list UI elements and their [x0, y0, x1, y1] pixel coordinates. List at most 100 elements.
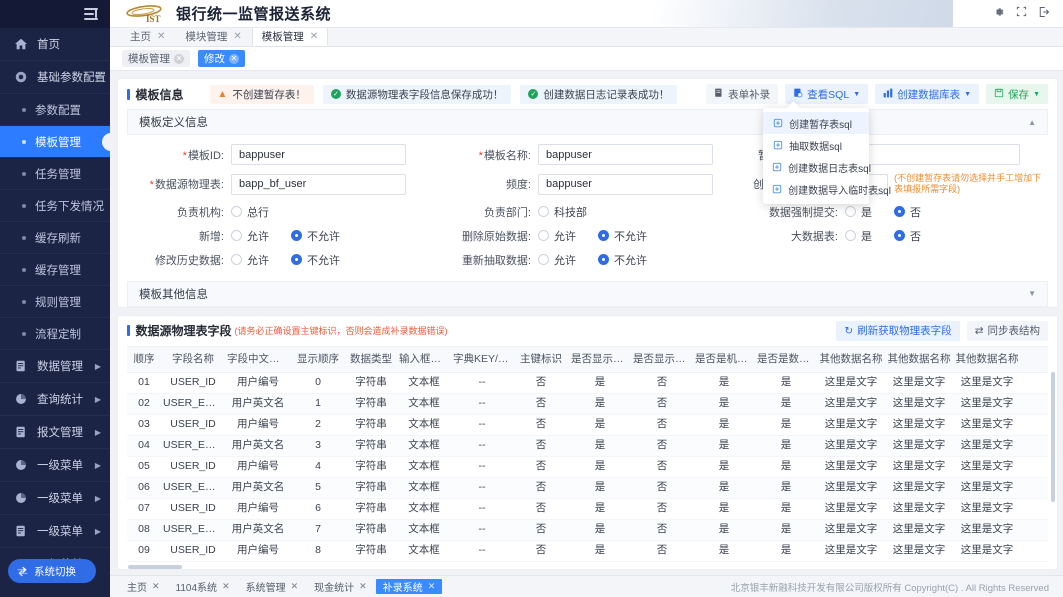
dropdown-item-2[interactable]: 创建数据日志表sql: [763, 156, 869, 178]
fields-table-note: (请务必正确设置主键标识，否则会造成补录数据错误): [235, 324, 448, 337]
radio-option[interactable]: 不允许: [598, 228, 647, 244]
chip-1[interactable]: 修改✕: [198, 50, 245, 67]
radio-circle-icon: [291, 230, 302, 241]
sidebar-group-4[interactable]: 一级菜单▶: [0, 482, 110, 515]
footer-tab-2[interactable]: 系统管理✕: [239, 579, 306, 594]
logout-icon[interactable]: [1038, 6, 1050, 21]
temp-table-name-input[interactable]: [845, 144, 1020, 165]
vertical-scrollbar[interactable]: [1051, 372, 1055, 502]
system-switch-button[interactable]: 系统切换: [8, 559, 96, 583]
bullet-icon: [22, 140, 26, 144]
sidebar-subitem-7[interactable]: 流程定制: [0, 318, 110, 350]
refresh-fields-button[interactable]: ↻ 刷新获取物理表字段: [836, 321, 959, 341]
template-id-input[interactable]: [231, 144, 406, 165]
sidebar-subitem-4[interactable]: 缓存刷新: [0, 222, 110, 254]
table-row[interactable]: 07USER_ID用户编号6字符串文本框--否是否是是这里是文字这里是文字这里是…: [127, 499, 1048, 520]
table-row[interactable]: 05USER_ID用户编号4字符串文本框--否是否是是这里是文字这里是文字这里是…: [127, 457, 1048, 478]
table-row[interactable]: 09USER_ID用户编号8字符串文本框--否是否是是这里是文字这里是文字这里是…: [127, 541, 1048, 562]
log-table-icon: [772, 162, 782, 173]
menu-collapse-icon[interactable]: [84, 8, 98, 20]
source-table-input[interactable]: [231, 174, 406, 195]
close-icon[interactable]: ✕: [222, 581, 230, 592]
radio-option[interactable]: 允许: [538, 252, 576, 268]
footer-tab-4[interactable]: 补录系统✕: [376, 579, 443, 594]
table-row[interactable]: 03USER_ID用户编号2字符串文本框--否是否是是这里是文字这里是文字这里是…: [127, 415, 1048, 436]
radio-option[interactable]: 不允许: [598, 252, 647, 268]
dropdown-item-1[interactable]: 抽取数据sql: [763, 134, 869, 156]
close-icon[interactable]: ✕: [152, 581, 160, 592]
table-cell: USER_ID: [161, 414, 225, 435]
gear-icon[interactable]: [993, 6, 1005, 21]
sidebar-subitem-2[interactable]: 任务管理: [0, 158, 110, 190]
button-form[interactable]: 表单补录: [706, 84, 778, 104]
button-db[interactable]: 创建数据库表▼: [875, 84, 979, 104]
radio-option[interactable]: 允许: [538, 228, 576, 244]
table-cell: 否: [631, 393, 693, 414]
template-name-input[interactable]: [538, 144, 713, 165]
button-save[interactable]: 保存▼: [986, 84, 1048, 104]
radio-option[interactable]: 否: [894, 228, 921, 244]
sidebar-group-3[interactable]: 一级菜单▶: [0, 449, 110, 482]
table-cell: 是: [569, 372, 631, 393]
sidebar-subitem-3[interactable]: 任务下发情况: [0, 190, 110, 222]
table-cell: 文本框: [397, 456, 451, 477]
frequency-input[interactable]: [538, 174, 713, 195]
sidebar-group-base-config[interactable]: 基础参数配置 ▼: [0, 61, 110, 94]
radio-option[interactable]: 科技部: [538, 204, 587, 220]
radio-option[interactable]: 不允许: [291, 228, 340, 244]
close-icon[interactable]: ✕: [310, 31, 318, 42]
table-row[interactable]: 04USER_ENAME用户英文名3字符串文本框--否是否是是这里是文字这里是文…: [127, 436, 1048, 457]
sidebar-group-5[interactable]: 一级菜单▶: [0, 515, 110, 548]
table-cell: 这里是文字: [953, 498, 1021, 519]
table-row[interactable]: 02USER_ENAME用户英文名1字符串文本框--否是否是是这里是文字这里是文…: [127, 394, 1048, 415]
sidebar-group-6[interactable]: 一级菜单▶: [0, 548, 110, 559]
close-icon[interactable]: ✕: [157, 31, 165, 42]
chip-0[interactable]: 模板管理✕: [122, 50, 190, 67]
table-row[interactable]: 06USER_ENAME用户英文名5字符串文本框--否是否是是这里是文字这里是文…: [127, 478, 1048, 499]
radio-option[interactable]: 是: [845, 228, 872, 244]
table-row[interactable]: 08USER_ENAME用户英文名7字符串文本框--否是否是是这里是文字这里是文…: [127, 520, 1048, 541]
radio-option[interactable]: 否: [894, 204, 921, 220]
radio-label: 允许: [247, 252, 269, 268]
sidebar-subitem-0[interactable]: 参数配置: [0, 94, 110, 126]
footer-tab-3[interactable]: 现金统计✕: [307, 579, 374, 594]
fullscreen-icon[interactable]: [1016, 6, 1027, 21]
sidebar-group-1[interactable]: 查询统计▶: [0, 383, 110, 416]
table-cell: 2: [291, 414, 345, 435]
button-sql[interactable]: 查看SQL▼创建暂存表sql抽取数据sql创建数据日志表sql创建数据导入临时表…: [785, 84, 868, 104]
radio-option[interactable]: 允许: [231, 252, 269, 268]
footer-tab-1[interactable]: 1104系统✕: [169, 579, 237, 594]
dropdown-item-3[interactable]: 创建数据导入临时表sql: [763, 178, 869, 200]
sidebar-group-2[interactable]: 报文管理▶: [0, 416, 110, 449]
sync-structure-button[interactable]: ⇄ 同步表结构: [967, 321, 1048, 341]
tab-2[interactable]: 模板管理✕: [252, 27, 328, 46]
close-icon[interactable]: ✕: [291, 581, 299, 592]
radio-option[interactable]: 总行: [231, 204, 269, 220]
footer-tab-0[interactable]: 主页✕: [120, 579, 167, 594]
sidebar-subitem-1[interactable]: 模板管理: [0, 126, 110, 158]
sidebar-group-0[interactable]: 数据管理▶: [0, 350, 110, 383]
radio-group-0: 负责机构:总行: [127, 204, 434, 220]
sidebar-item-home[interactable]: 首页: [0, 28, 110, 61]
table-cell: --: [451, 435, 513, 456]
close-icon[interactable]: ✕: [174, 54, 184, 64]
dropdown-item-0[interactable]: 创建暂存表sql: [763, 112, 869, 134]
close-icon[interactable]: ✕: [359, 581, 367, 592]
radio-option[interactable]: 不允许: [291, 252, 340, 268]
sidebar-subitem-5[interactable]: 缓存管理: [0, 254, 110, 286]
chevron-up-icon[interactable]: ▲: [1028, 118, 1036, 127]
table-row[interactable]: 01USER_ID用户编号0字符串文本框--否是否是是这里是文字这里是文字这里是…: [127, 373, 1048, 394]
radio-option[interactable]: 是: [845, 204, 872, 220]
radio-option[interactable]: 允许: [231, 228, 269, 244]
close-icon[interactable]: ✕: [428, 581, 436, 592]
tab-0[interactable]: 主页✕: [120, 27, 175, 46]
sidebar-subitem-6[interactable]: 规则管理: [0, 286, 110, 318]
close-icon[interactable]: ✕: [233, 31, 241, 42]
horizontal-scrollbar[interactable]: [128, 565, 182, 569]
other-info-subheader[interactable]: 模板其他信息 ▼: [127, 281, 1048, 307]
table-cell: 03: [127, 414, 161, 435]
chevron-down-icon[interactable]: ▼: [1028, 289, 1036, 298]
tab-1[interactable]: 模块管理✕: [175, 27, 251, 46]
radio-options: 是否: [845, 204, 921, 220]
close-icon[interactable]: ✕: [229, 54, 239, 64]
